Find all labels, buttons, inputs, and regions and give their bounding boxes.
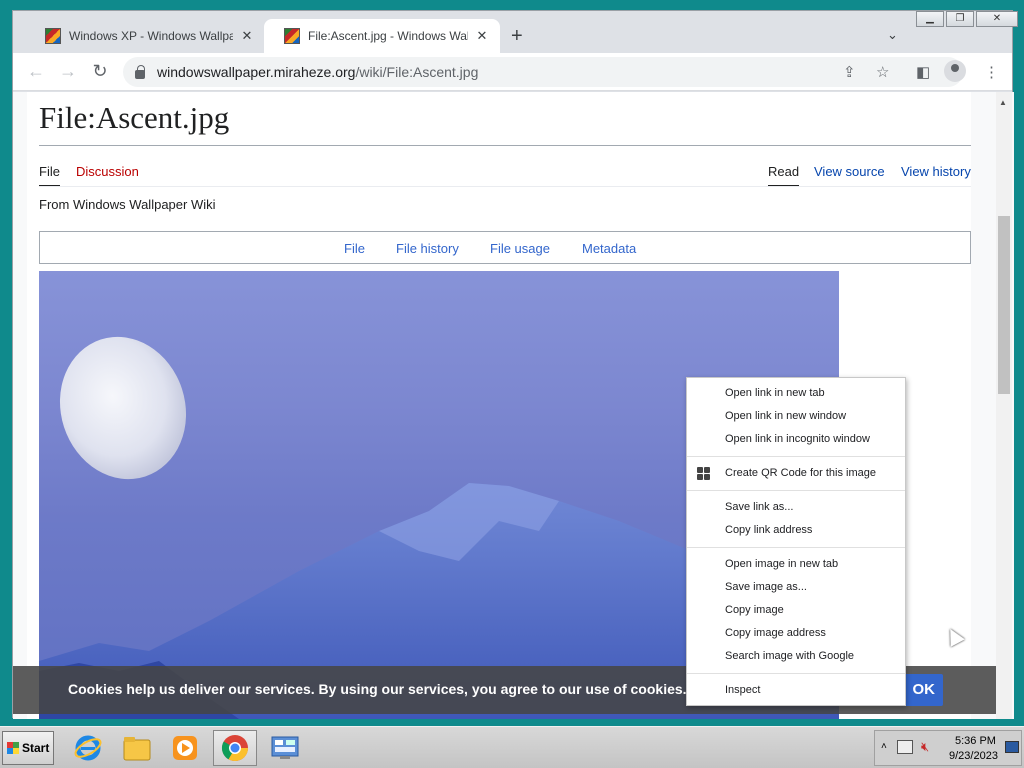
window-controls: ▁ ❐ ✕ [916,11,1018,27]
menu-open-link-incognito[interactable]: Open link in incognito window [687,428,905,451]
tab-discussion[interactable]: Discussion [76,164,139,179]
menu-kebab-icon[interactable]: ⋮ [984,63,999,81]
site-subtitle: From Windows Wallpaper Wiki [39,197,216,212]
tray-expand-chevron-icon[interactable]: ˄ [881,741,887,752]
internet-explorer-icon[interactable] [66,730,110,766]
browser-toolbar: ← → ↻ windowswallpaper.miraheze.org/wiki… [13,53,1012,91]
tab-close-icon[interactable]: ✕ [474,28,490,44]
side-panel-icon[interactable]: ◧ [916,63,930,81]
menu-inspect[interactable]: Inspect [687,679,905,702]
bookmark-star-icon[interactable]: ☆ [876,63,889,81]
url-host: windowswallpaper.miraheze.org [157,64,356,80]
toc-file-history-link[interactable]: File history [396,241,459,256]
file-explorer-icon[interactable] [115,730,159,766]
toc-file-usage-link[interactable]: File usage [490,241,550,256]
tab-ascent[interactable]: File:Ascent.jpg - Windows Wallpaper ✕ [264,19,500,53]
file-toc: File File history File usage Metadata [39,231,971,264]
toc-file-link[interactable]: File [344,241,365,256]
menu-search-image-google[interactable]: Search image with Google [687,645,905,668]
reload-icon[interactable]: ↻ [89,61,111,82]
scrollbar-thumb[interactable] [998,216,1010,394]
scroll-up-arrow-icon[interactable]: ▲ [999,98,1007,107]
tab-file[interactable]: File [39,164,60,187]
menu-open-link-new-tab[interactable]: Open link in new tab [687,382,905,405]
wiki-favicon-icon [284,28,300,44]
control-panel-icon[interactable] [263,730,307,766]
tab-strip: Windows XP - Windows Wallpaper W ✕ File:… [13,11,1018,53]
menu-copy-image-address[interactable]: Copy image address [687,622,905,645]
menu-save-link-as[interactable]: Save link as... [687,496,905,519]
restore-button[interactable]: ❐ [946,11,974,27]
minimize-button[interactable]: ▁ [916,11,944,27]
back-icon[interactable]: ← [25,61,47,82]
url-path: /wiki/File:Ascent.jpg [355,64,479,80]
address-bar[interactable]: windowswallpaper.miraheze.org/wiki/File:… [123,57,963,87]
profile-avatar-icon[interactable] [944,60,966,82]
menu-separator [687,456,905,457]
menu-copy-link-address[interactable]: Copy link address [687,519,905,542]
menu-open-link-new-window[interactable]: Open link in new window [687,405,905,428]
volume-muted-icon[interactable]: 🔇︎ [921,739,929,755]
tab-read[interactable]: Read [768,164,800,187]
start-label: Start [22,741,50,755]
toc-metadata-link[interactable]: Metadata [582,241,636,256]
title-divider [39,145,971,146]
tab-view-source[interactable]: View source [814,164,885,179]
page-title: File:Ascent.jpg [39,100,230,135]
menu-separator [687,490,905,491]
start-button[interactable]: Start [2,731,54,765]
lock-icon [135,64,145,79]
tab-title: File:Ascent.jpg - Windows Wallpaper [308,29,468,43]
network-icon[interactable] [897,740,913,754]
tabs-divider [39,186,971,187]
qr-code-icon [697,467,710,480]
forward-icon[interactable]: → [57,61,79,82]
menu-create-qr-code[interactable]: Create QR Code for this image [687,462,905,485]
tab-title: Windows XP - Windows Wallpaper W [69,29,233,43]
show-desktop-icon[interactable] [1005,741,1019,753]
clock-time[interactable]: 5:36 PM [955,735,996,747]
tab-view-history[interactable]: View history [901,164,971,179]
taskbar: Start ˄ 🔇︎ 5:36 PM 9/23/2023 [0,726,1024,768]
menu-item-label: Create QR Code for this image [725,467,877,479]
share-icon[interactable]: ⇪ [843,63,856,81]
new-tab-icon[interactable]: + [511,25,523,48]
wiki-favicon-icon [45,28,61,44]
tab-close-icon[interactable]: ✕ [239,28,255,44]
tab-windows-xp[interactable]: Windows XP - Windows Wallpaper W ✕ [25,19,265,53]
close-window-button[interactable]: ✕ [976,11,1018,27]
clock-date[interactable]: 9/23/2023 [949,750,998,762]
menu-separator [687,547,905,548]
system-tray: ˄ 🔇︎ 5:36 PM 9/23/2023 [874,730,1022,766]
menu-save-image-as[interactable]: Save image as... [687,576,905,599]
windows-logo-icon [7,742,19,754]
menu-separator [687,673,905,674]
chrome-taskbar-icon[interactable] [213,730,257,766]
context-menu: Open link in new tab Open link in new wi… [686,377,906,706]
menu-open-image-new-tab[interactable]: Open image in new tab [687,553,905,576]
cookie-message: Cookies help us deliver our services. By… [68,681,687,697]
vertical-scrollbar[interactable]: ▲ [996,92,1012,719]
menu-copy-image[interactable]: Copy image [687,599,905,622]
media-player-icon[interactable] [163,730,207,766]
tab-search-chevron-icon[interactable]: ⌄ [887,27,898,43]
